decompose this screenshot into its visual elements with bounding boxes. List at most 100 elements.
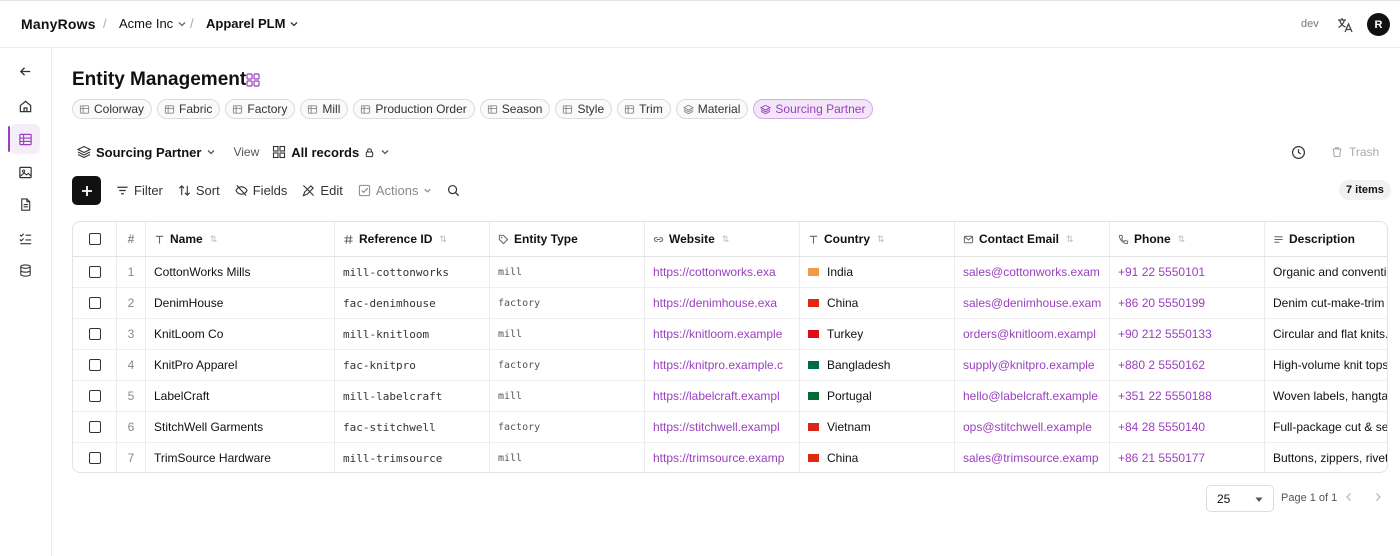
sort-icon[interactable]: ⇅ bbox=[439, 234, 447, 245]
cell-description[interactable]: Woven labels, hangtag bbox=[1265, 381, 1387, 411]
history-icon[interactable] bbox=[1291, 145, 1306, 160]
sort-icon[interactable]: ⇅ bbox=[1178, 234, 1186, 245]
table-row[interactable]: 2 DenimHouse fac-denimhouse factory https://… bbox=[73, 288, 1387, 319]
sidebar-item-media[interactable] bbox=[10, 157, 40, 187]
cell-reference-id[interactable]: mill-knitloom bbox=[343, 328, 429, 341]
entity-selector[interactable]: Sourcing Partner bbox=[77, 145, 216, 160]
cell-website-link[interactable]: https://labelcraft.exampl bbox=[653, 389, 780, 403]
trash-button[interactable]: Trash bbox=[1331, 145, 1379, 159]
row-checkbox[interactable] bbox=[88, 328, 101, 340]
back-button[interactable] bbox=[10, 56, 40, 86]
chevron-left-icon[interactable] bbox=[1343, 491, 1355, 503]
cell-reference-id[interactable]: mill-trimsource bbox=[343, 452, 442, 465]
sidebar-item-tasks[interactable] bbox=[10, 223, 40, 253]
row-checkbox[interactable] bbox=[88, 359, 101, 371]
cell-country[interactable]: China bbox=[800, 443, 955, 472]
tab-mill[interactable]: Mill bbox=[300, 99, 349, 119]
table-row[interactable]: 7 TrimSource Hardware mill-trimsource mill h… bbox=[73, 443, 1387, 472]
cell-description[interactable]: Buttons, zippers, rivets bbox=[1265, 443, 1387, 472]
cell-email-link[interactable]: sales@denimhouse.exam bbox=[963, 296, 1101, 310]
cell-description[interactable]: Denim cut-make-trim a bbox=[1265, 288, 1387, 318]
cell-name[interactable]: DenimHouse bbox=[146, 288, 335, 318]
cell-phone-link[interactable]: +880 2 5550162 bbox=[1118, 358, 1205, 372]
cell-website-link[interactable]: https://knitloom.example bbox=[653, 327, 782, 341]
actions-button[interactable]: Actions bbox=[358, 183, 433, 198]
cell-entity-type[interactable]: factory bbox=[498, 298, 540, 309]
sidebar-item-database[interactable] bbox=[10, 255, 40, 285]
fields-button[interactable]: Fields bbox=[235, 183, 287, 198]
cell-entity-type[interactable]: factory bbox=[498, 422, 540, 433]
add-record-button[interactable] bbox=[72, 176, 101, 205]
row-checkbox[interactable] bbox=[88, 452, 101, 464]
table-row[interactable]: 3 KnitLoom Co mill-knitloom mill https://kni… bbox=[73, 319, 1387, 350]
cell-website-link[interactable]: https://knitpro.example.c bbox=[653, 358, 783, 372]
cell-description[interactable]: High-volume knit tops bbox=[1265, 350, 1387, 380]
tab-season[interactable]: Season bbox=[479, 99, 551, 119]
cell-country[interactable]: India bbox=[800, 257, 955, 287]
cell-phone-link[interactable]: +86 20 5550199 bbox=[1118, 296, 1205, 310]
row-checkbox[interactable] bbox=[88, 390, 101, 402]
tab-production-order[interactable]: Production Order bbox=[353, 99, 475, 119]
sidebar-item-documents[interactable] bbox=[10, 189, 40, 219]
header-country[interactable]: Country ⇅ bbox=[800, 222, 955, 256]
cell-phone-link[interactable]: +86 21 5550177 bbox=[1118, 451, 1205, 465]
table-row[interactable]: 5 LabelCraft mill-labelcraft mill https://la… bbox=[73, 381, 1387, 412]
cell-description[interactable]: Organic and conventio bbox=[1265, 257, 1387, 287]
select-all-checkbox[interactable] bbox=[88, 233, 101, 245]
cell-entity-type[interactable]: mill bbox=[498, 391, 522, 402]
table-row[interactable]: 1 CottonWorks Mills mill-cottonworks mill ht… bbox=[73, 257, 1387, 288]
cell-email-link[interactable]: sales@trimsource.examp bbox=[963, 451, 1099, 465]
tab-sourcing-partner[interactable]: Sourcing Partner bbox=[753, 99, 874, 119]
cell-phone-link[interactable]: +90 212 5550133 bbox=[1118, 327, 1212, 341]
breadcrumb-project[interactable]: Apparel PLM bbox=[206, 16, 299, 31]
cell-email-link[interactable]: sales@cottonworks.exam bbox=[963, 265, 1100, 279]
cell-website-link[interactable]: https://cottonworks.exa bbox=[653, 265, 776, 279]
grid-icon[interactable] bbox=[246, 73, 260, 87]
cell-phone-link[interactable]: +84 28 5550140 bbox=[1118, 420, 1205, 434]
sidebar-item-home[interactable] bbox=[10, 91, 40, 121]
sort-button[interactable]: Sort bbox=[178, 183, 220, 198]
cell-entity-type[interactable]: factory bbox=[498, 360, 540, 371]
cell-name[interactable]: StitchWell Garments bbox=[146, 412, 335, 442]
tab-trim[interactable]: Trim bbox=[617, 99, 671, 119]
row-checkbox[interactable] bbox=[88, 266, 101, 278]
cell-email-link[interactable]: hello@labelcraft.example bbox=[963, 389, 1098, 403]
sidebar-item-tables[interactable] bbox=[8, 124, 40, 154]
sort-icon[interactable]: ⇅ bbox=[722, 234, 730, 245]
chevron-right-icon[interactable] bbox=[1372, 491, 1384, 503]
page-size-select[interactable]: 25 bbox=[1206, 485, 1274, 512]
tab-material[interactable]: Material bbox=[675, 99, 749, 119]
row-checkbox[interactable] bbox=[88, 297, 101, 309]
tab-fabric[interactable]: Fabric bbox=[157, 99, 221, 119]
header-ref[interactable]: Reference ID ⇅ bbox=[335, 222, 490, 256]
cell-name[interactable]: KnitLoom Co bbox=[146, 319, 335, 349]
cell-email-link[interactable]: orders@knitloom.exampl bbox=[963, 327, 1096, 341]
header-name[interactable]: Name ⇅ bbox=[146, 222, 335, 256]
cell-email-link[interactable]: supply@knitpro.example bbox=[963, 358, 1095, 372]
cell-country[interactable]: Portugal bbox=[800, 381, 955, 411]
filter-button[interactable]: Filter bbox=[116, 183, 163, 198]
cell-website-link[interactable]: https://trimsource.examp bbox=[653, 451, 784, 465]
header-description[interactable]: Description bbox=[1265, 222, 1387, 256]
cell-name[interactable]: KnitPro Apparel bbox=[146, 350, 335, 380]
translate-icon[interactable] bbox=[1336, 16, 1354, 34]
cell-website-link[interactable]: https://stitchwell.exampl bbox=[653, 420, 780, 434]
tab-factory[interactable]: Factory bbox=[225, 99, 296, 119]
breadcrumb-org[interactable]: Acme Inc bbox=[119, 16, 187, 31]
brand-logo[interactable]: ManyRows bbox=[21, 16, 96, 32]
cell-description[interactable]: Circular and flat knits. bbox=[1265, 319, 1387, 349]
cell-reference-id[interactable]: fac-stitchwell bbox=[343, 421, 436, 434]
tab-style[interactable]: Style bbox=[555, 99, 613, 119]
cell-entity-type[interactable]: mill bbox=[498, 453, 522, 464]
table-row[interactable]: 4 KnitPro Apparel fac-knitpro factory https:… bbox=[73, 350, 1387, 381]
cell-reference-id[interactable]: fac-knitpro bbox=[343, 359, 416, 372]
cell-country[interactable]: China bbox=[800, 288, 955, 318]
cell-entity-type[interactable]: mill bbox=[498, 329, 522, 340]
header-phone[interactable]: Phone ⇅ bbox=[1110, 222, 1265, 256]
cell-country[interactable]: Turkey bbox=[800, 319, 955, 349]
cell-name[interactable]: CottonWorks Mills bbox=[146, 257, 335, 287]
search-button[interactable] bbox=[447, 184, 460, 197]
cell-country[interactable]: Vietnam bbox=[800, 412, 955, 442]
edit-button[interactable]: Edit bbox=[302, 183, 343, 198]
cell-website-link[interactable]: https://denimhouse.exa bbox=[653, 296, 777, 310]
